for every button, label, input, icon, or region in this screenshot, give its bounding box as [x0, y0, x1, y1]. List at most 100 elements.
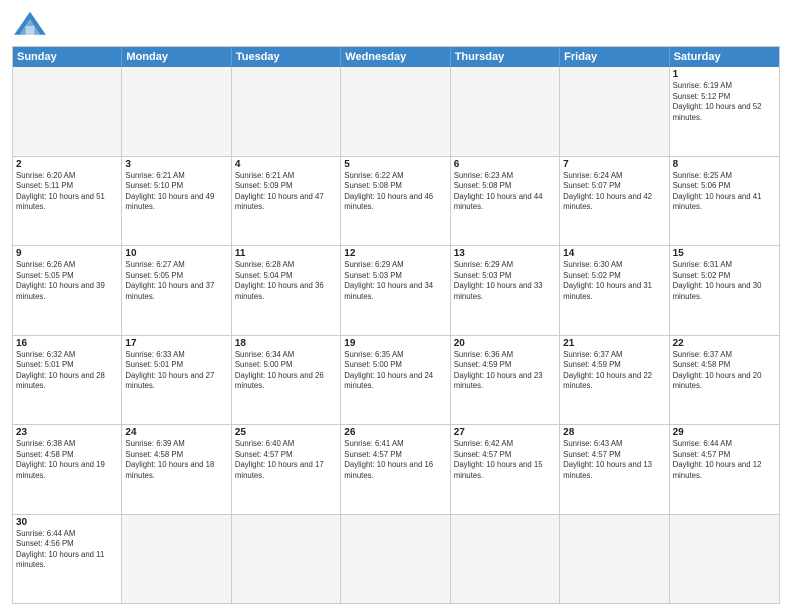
cal-cell: 3Sunrise: 6:21 AMSunset: 5:10 PMDaylight…: [122, 157, 231, 246]
cal-cell: [13, 67, 122, 156]
cal-cell: 1Sunrise: 6:19 AMSunset: 5:12 PMDaylight…: [670, 67, 779, 156]
day-number: 15: [673, 248, 776, 259]
day-number: 18: [235, 338, 337, 349]
day-number: 11: [235, 248, 337, 259]
cal-cell: 29Sunrise: 6:44 AMSunset: 4:57 PMDayligh…: [670, 425, 779, 514]
day-number: 21: [563, 338, 665, 349]
cal-cell: 20Sunrise: 6:36 AMSunset: 4:59 PMDayligh…: [451, 336, 560, 425]
day-number: 16: [16, 338, 118, 349]
calendar-header: SundayMondayTuesdayWednesdayThursdayFrid…: [13, 47, 779, 67]
day-number: 3: [125, 159, 227, 170]
cell-info: Sunrise: 6:21 AMSunset: 5:09 PMDaylight:…: [235, 171, 337, 213]
calendar: SundayMondayTuesdayWednesdayThursdayFrid…: [12, 46, 780, 604]
day-number: 7: [563, 159, 665, 170]
cell-info: Sunrise: 6:23 AMSunset: 5:08 PMDaylight:…: [454, 171, 556, 213]
cal-cell: 12Sunrise: 6:29 AMSunset: 5:03 PMDayligh…: [341, 246, 450, 335]
cal-cell: 16Sunrise: 6:32 AMSunset: 5:01 PMDayligh…: [13, 336, 122, 425]
day-number: 19: [344, 338, 446, 349]
day-number: 29: [673, 427, 776, 438]
cal-cell: 19Sunrise: 6:35 AMSunset: 5:00 PMDayligh…: [341, 336, 450, 425]
cell-info: Sunrise: 6:36 AMSunset: 4:59 PMDaylight:…: [454, 350, 556, 392]
cal-cell: 10Sunrise: 6:27 AMSunset: 5:05 PMDayligh…: [122, 246, 231, 335]
cal-cell: 9Sunrise: 6:26 AMSunset: 5:05 PMDaylight…: [13, 246, 122, 335]
cell-info: Sunrise: 6:25 AMSunset: 5:06 PMDaylight:…: [673, 171, 776, 213]
cell-info: Sunrise: 6:32 AMSunset: 5:01 PMDaylight:…: [16, 350, 118, 392]
cell-info: Sunrise: 6:28 AMSunset: 5:04 PMDaylight:…: [235, 260, 337, 302]
cal-cell: 26Sunrise: 6:41 AMSunset: 4:57 PMDayligh…: [341, 425, 450, 514]
cell-info: Sunrise: 6:42 AMSunset: 4:57 PMDaylight:…: [454, 439, 556, 481]
cell-info: Sunrise: 6:37 AMSunset: 4:59 PMDaylight:…: [563, 350, 665, 392]
logo: [12, 10, 52, 40]
cal-cell: 24Sunrise: 6:39 AMSunset: 4:58 PMDayligh…: [122, 425, 231, 514]
cal-cell: 2Sunrise: 6:20 AMSunset: 5:11 PMDaylight…: [13, 157, 122, 246]
cal-cell: 18Sunrise: 6:34 AMSunset: 5:00 PMDayligh…: [232, 336, 341, 425]
cell-info: Sunrise: 6:43 AMSunset: 4:57 PMDaylight:…: [563, 439, 665, 481]
cal-cell: 27Sunrise: 6:42 AMSunset: 4:57 PMDayligh…: [451, 425, 560, 514]
cal-cell: [560, 67, 669, 156]
cal-cell: 5Sunrise: 6:22 AMSunset: 5:08 PMDaylight…: [341, 157, 450, 246]
cal-header-day: Sunday: [13, 47, 122, 67]
day-number: 12: [344, 248, 446, 259]
day-number: 17: [125, 338, 227, 349]
cell-info: Sunrise: 6:24 AMSunset: 5:07 PMDaylight:…: [563, 171, 665, 213]
cal-week-row: 23Sunrise: 6:38 AMSunset: 4:58 PMDayligh…: [13, 424, 779, 514]
cal-cell: [232, 515, 341, 604]
cal-cell: 25Sunrise: 6:40 AMSunset: 4:57 PMDayligh…: [232, 425, 341, 514]
cell-info: Sunrise: 6:26 AMSunset: 5:05 PMDaylight:…: [16, 260, 118, 302]
cell-info: Sunrise: 6:37 AMSunset: 4:58 PMDaylight:…: [673, 350, 776, 392]
day-number: 22: [673, 338, 776, 349]
cal-cell: 22Sunrise: 6:37 AMSunset: 4:58 PMDayligh…: [670, 336, 779, 425]
cal-week-row: 1Sunrise: 6:19 AMSunset: 5:12 PMDaylight…: [13, 67, 779, 156]
cal-cell: [560, 515, 669, 604]
cal-cell: 11Sunrise: 6:28 AMSunset: 5:04 PMDayligh…: [232, 246, 341, 335]
cal-cell: 23Sunrise: 6:38 AMSunset: 4:58 PMDayligh…: [13, 425, 122, 514]
cell-info: Sunrise: 6:35 AMSunset: 5:00 PMDaylight:…: [344, 350, 446, 392]
cal-header-day: Wednesday: [341, 47, 450, 67]
cal-header-day: Thursday: [451, 47, 560, 67]
cal-cell: [341, 67, 450, 156]
cal-week-row: 2Sunrise: 6:20 AMSunset: 5:11 PMDaylight…: [13, 156, 779, 246]
cal-cell: 13Sunrise: 6:29 AMSunset: 5:03 PMDayligh…: [451, 246, 560, 335]
day-number: 10: [125, 248, 227, 259]
cal-cell: 8Sunrise: 6:25 AMSunset: 5:06 PMDaylight…: [670, 157, 779, 246]
cal-header-day: Monday: [122, 47, 231, 67]
cal-cell: 4Sunrise: 6:21 AMSunset: 5:09 PMDaylight…: [232, 157, 341, 246]
page: SundayMondayTuesdayWednesdayThursdayFrid…: [0, 0, 792, 612]
cell-info: Sunrise: 6:40 AMSunset: 4:57 PMDaylight:…: [235, 439, 337, 481]
day-number: 4: [235, 159, 337, 170]
cal-cell: 28Sunrise: 6:43 AMSunset: 4:57 PMDayligh…: [560, 425, 669, 514]
day-number: 25: [235, 427, 337, 438]
cal-cell: [451, 515, 560, 604]
cell-info: Sunrise: 6:33 AMSunset: 5:01 PMDaylight:…: [125, 350, 227, 392]
calendar-body: 1Sunrise: 6:19 AMSunset: 5:12 PMDaylight…: [13, 67, 779, 603]
cal-cell: 17Sunrise: 6:33 AMSunset: 5:01 PMDayligh…: [122, 336, 231, 425]
cell-info: Sunrise: 6:21 AMSunset: 5:10 PMDaylight:…: [125, 171, 227, 213]
cell-info: Sunrise: 6:41 AMSunset: 4:57 PMDaylight:…: [344, 439, 446, 481]
cell-info: Sunrise: 6:31 AMSunset: 5:02 PMDaylight:…: [673, 260, 776, 302]
day-number: 6: [454, 159, 556, 170]
cell-info: Sunrise: 6:19 AMSunset: 5:12 PMDaylight:…: [673, 81, 776, 123]
day-number: 8: [673, 159, 776, 170]
cal-week-row: 16Sunrise: 6:32 AMSunset: 5:01 PMDayligh…: [13, 335, 779, 425]
cal-cell: 7Sunrise: 6:24 AMSunset: 5:07 PMDaylight…: [560, 157, 669, 246]
cal-cell: 14Sunrise: 6:30 AMSunset: 5:02 PMDayligh…: [560, 246, 669, 335]
day-number: 27: [454, 427, 556, 438]
cal-cell: 6Sunrise: 6:23 AMSunset: 5:08 PMDaylight…: [451, 157, 560, 246]
cell-info: Sunrise: 6:34 AMSunset: 5:00 PMDaylight:…: [235, 350, 337, 392]
cal-week-row: 30Sunrise: 6:44 AMSunset: 4:56 PMDayligh…: [13, 514, 779, 604]
day-number: 26: [344, 427, 446, 438]
cal-cell: [670, 515, 779, 604]
day-number: 9: [16, 248, 118, 259]
cal-header-day: Friday: [560, 47, 669, 67]
cell-info: Sunrise: 6:30 AMSunset: 5:02 PMDaylight:…: [563, 260, 665, 302]
cal-cell: [122, 67, 231, 156]
cell-info: Sunrise: 6:38 AMSunset: 4:58 PMDaylight:…: [16, 439, 118, 481]
cell-info: Sunrise: 6:29 AMSunset: 5:03 PMDaylight:…: [344, 260, 446, 302]
cal-cell: [122, 515, 231, 604]
day-number: 14: [563, 248, 665, 259]
cell-info: Sunrise: 6:27 AMSunset: 5:05 PMDaylight:…: [125, 260, 227, 302]
cal-cell: [232, 67, 341, 156]
cal-cell: [451, 67, 560, 156]
cal-cell: 21Sunrise: 6:37 AMSunset: 4:59 PMDayligh…: [560, 336, 669, 425]
cell-info: Sunrise: 6:20 AMSunset: 5:11 PMDaylight:…: [16, 171, 118, 213]
